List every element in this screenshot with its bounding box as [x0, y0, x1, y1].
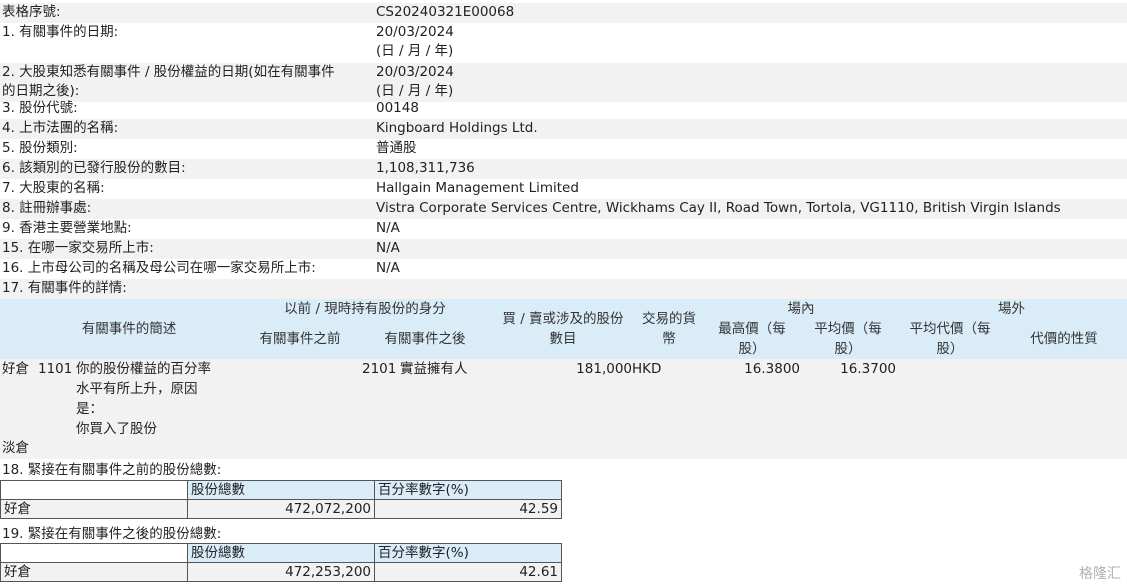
field-value: Kingboard Holdings Ltd. — [376, 120, 538, 136]
header-onexchange: 場內 — [787, 301, 815, 317]
header-consideration: 代價的性質 — [1030, 331, 1098, 347]
section-17-detail-row: 好倉 1101 你的股份權益的百分率 水平有所上升，原因 是： 你買入了股份 2… — [0, 359, 1127, 439]
section-19-table: 股份總數 百分率數字(%) 好倉 472,253,200 42.61 — [0, 543, 562, 582]
currency: HKD — [632, 361, 662, 377]
header-off-avg: 平均代價（每 — [909, 321, 991, 337]
empty-cell — [0, 543, 188, 563]
section-17-header: 有關事件的簡述 以前 / 現時持有股份的身分 有關事件之前 有關事件之後 買 /… — [0, 299, 1127, 359]
header-capacity: 以前 / 現時持有股份的身分 — [284, 301, 446, 317]
field-hk-place-of-business: 9. 香港主要營業地點: N/A — [0, 219, 1127, 239]
header-currency-cont: 幣 — [662, 331, 676, 347]
field-value: Vistra Corporate Services Centre, Wickha… — [376, 200, 1061, 216]
section-18-title: 18. 緊接在有關事件之前的股份總數: — [2, 462, 222, 478]
field-value: 1,108,311,736 — [376, 160, 475, 176]
watermark-logo: 格隆汇 — [1079, 566, 1121, 582]
field-issued-shares: 6. 該類別的已發行股份的數目: 1,108,311,736 — [0, 159, 1127, 179]
header-high: 最高價（每 — [718, 321, 786, 337]
field-value: 00148 — [376, 100, 419, 116]
field-parent-company: 16. 上市母公司的名稱及母公司在哪一家交易所上市: N/A — [0, 259, 1127, 279]
field-value: Hallgain Management Limited — [376, 180, 579, 196]
total-shares: 472,072,200 — [187, 499, 375, 519]
form-serial-label: 表格序號: — [2, 4, 61, 20]
field-value: 20/03/2024 — [376, 24, 454, 40]
header-brief: 有關事件的簡述 — [81, 321, 177, 337]
brief-line: 你買入了股份 — [76, 421, 157, 437]
field-label: 6. 該類別的已發行股份的數目: — [2, 160, 186, 176]
row-label: 好倉 — [0, 499, 188, 519]
field-label: 9. 香港主要營業地點: — [2, 220, 132, 236]
col-total-shares: 股份總數 — [187, 480, 375, 500]
form-serial-value: CS20240321E00068 — [376, 4, 515, 20]
field-label: 8. 註冊辦事處: — [2, 200, 92, 216]
total-shares: 472,253,200 — [187, 562, 375, 582]
code-before: 1101 — [38, 361, 73, 377]
header-offexchange: 場外 — [998, 301, 1025, 317]
percentage: 42.61 — [374, 562, 562, 582]
field-label: 15. 在哪一家交易所上市: — [2, 240, 154, 256]
form-serial-row: 表格序號: CS20240321E00068 — [0, 3, 1127, 23]
header-shares-cont: 數目 — [549, 331, 577, 347]
field-value: N/A — [376, 220, 400, 236]
field-event-date: 1. 有關事件的日期: 20/03/2024 (日 / 月 / 年) — [0, 23, 1127, 63]
field-label: 4. 上市法團的名稱: — [2, 120, 119, 136]
field-label: 7. 大股東的名稱: — [2, 180, 105, 196]
row-label: 好倉 — [0, 562, 188, 582]
percentage: 42.59 — [374, 499, 562, 519]
shares-involved: 181,000 — [576, 361, 632, 377]
capacity-after: 實益擁有人 — [400, 361, 468, 377]
col-percentage: 百分率數字(%) — [374, 543, 562, 563]
field-aware-date: 2. 大股東知悉有關事件 / 股份權益的日期(如在有關事件 的日期之後): 20… — [0, 63, 1127, 102]
col-total-shares: 股份總數 — [187, 543, 375, 563]
field-label: 5. 股份類別: — [2, 140, 78, 156]
field-value: N/A — [376, 260, 400, 276]
short-position-label: 淡倉 — [2, 440, 29, 456]
header-avg-cont: 股） — [834, 341, 862, 357]
header-shares: 買 / 賣或涉及的股份 — [502, 311, 624, 327]
field-value: N/A — [376, 240, 400, 256]
brief-line: 你的股份權益的百分率 — [76, 361, 211, 377]
section-18-title-row: 18. 緊接在有關事件之前的股份總數: — [0, 461, 1127, 481]
brief-line: 是： — [76, 401, 103, 417]
brief-line: 水平有所上升，原因 — [76, 381, 198, 397]
col-percentage: 百分率數字(%) — [374, 480, 562, 500]
header-before: 有關事件之前 — [259, 331, 341, 347]
field-stock-code: 3. 股份代號: 00148 — [0, 99, 1127, 119]
field-company-name: 4. 上市法團的名稱: Kingboard Holdings Ltd. — [0, 119, 1127, 139]
field-value: 普通股 — [376, 140, 417, 156]
field-value: 20/03/2024 — [376, 64, 454, 80]
section-17-title-row: 17. 有關事件的詳情: — [0, 279, 1127, 299]
field-share-class: 5. 股份類別: 普通股 — [0, 139, 1127, 159]
section-19-title-row: 19. 緊接在有關事件之後的股份總數: — [0, 525, 1127, 545]
highest-price: 16.3800 — [744, 361, 800, 377]
field-label: 16. 上市母公司的名稱及母公司在哪一家交易所上市: — [2, 260, 316, 276]
field-value-format: (日 / 月 / 年) — [376, 43, 454, 59]
header-off-avg-cont: 股） — [936, 341, 964, 357]
field-registered-office: 8. 註冊辦事處: Vistra Corporate Services Cent… — [0, 199, 1127, 219]
field-shareholder-name: 7. 大股東的名稱: Hallgain Management Limited — [0, 179, 1127, 199]
short-position-row: 淡倉 — [0, 439, 1127, 459]
average-price: 16.3700 — [840, 361, 896, 377]
header-after: 有關事件之後 — [384, 331, 466, 347]
empty-cell — [0, 480, 188, 500]
field-label: 2. 大股東知悉有關事件 / 股份權益的日期(如在有關事件 — [2, 64, 335, 80]
position-type: 好倉 — [2, 361, 29, 377]
header-currency: 交易的貨 — [642, 311, 696, 327]
header-avg: 平均價（每 — [814, 321, 882, 337]
field-label: 3. 股份代號: — [2, 100, 78, 116]
section-18-table: 股份總數 百分率數字(%) 好倉 472,072,200 42.59 — [0, 480, 562, 519]
code-after: 2101 — [362, 361, 397, 377]
field-label: 1. 有關事件的日期: — [2, 24, 119, 40]
section-19-title: 19. 緊接在有關事件之後的股份總數: — [2, 526, 222, 542]
header-high-cont: 股） — [738, 341, 766, 357]
field-listed-exchange: 15. 在哪一家交易所上市: N/A — [0, 239, 1127, 259]
section-17-title: 17. 有關事件的詳情: — [2, 280, 127, 296]
